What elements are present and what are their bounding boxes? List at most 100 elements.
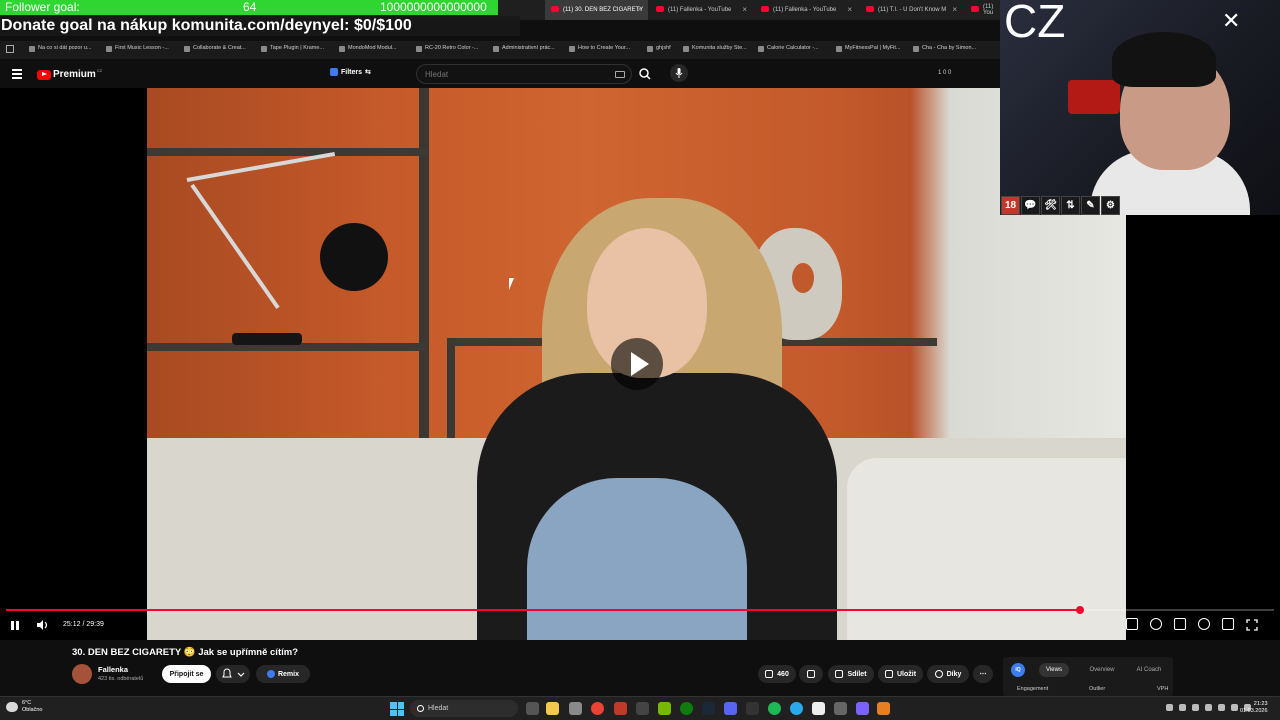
app-icon[interactable] <box>856 702 869 715</box>
browser-tab[interactable]: (11) Fallenka - YouTube × <box>755 0 858 20</box>
keyboard-icon[interactable] <box>615 71 625 78</box>
youtube-logo[interactable]: Premium CZ <box>37 68 102 80</box>
xbox-icon[interactable] <box>680 702 693 715</box>
file-explorer-icon[interactable] <box>546 702 559 715</box>
screen: (11) 30. DEN BEZ CIGARETY × (11) Fallenka… <box>0 0 1280 720</box>
close-tab-icon[interactable]: × <box>952 5 957 14</box>
more-actions-button[interactable]: ⋯ <box>973 665 993 683</box>
hamburger-menu-icon[interactable] <box>12 69 22 79</box>
channel-name[interactable]: Fallenka <box>98 665 128 674</box>
channel-avatar[interactable] <box>72 664 92 684</box>
youtube-favicon-icon <box>971 6 979 12</box>
streamer-beanie <box>1112 32 1216 87</box>
streamer-logo-icon: ✕ <box>1222 8 1241 33</box>
browser-tab[interactable]: (11) T.I. - U Don't Know M × <box>860 0 963 20</box>
wifi-icon[interactable] <box>1231 704 1238 711</box>
share-button[interactable]: Sdílet <box>828 665 874 683</box>
voice-search-button[interactable] <box>670 64 688 82</box>
play-button-overlay[interactable] <box>611 338 663 390</box>
player-right-controls <box>1126 618 1258 631</box>
miniplayer-icon[interactable] <box>1126 618 1138 630</box>
tray-icon[interactable] <box>1179 704 1186 711</box>
weather-widget[interactable]: 6°C Oblačno <box>6 700 43 714</box>
bookmark-item[interactable]: Tape Plugin | Krame... <box>261 45 324 52</box>
app-icon[interactable] <box>569 702 582 715</box>
browser-tab-active[interactable]: (11) 30. DEN BEZ CIGARETY × <box>545 0 648 20</box>
app-icon[interactable] <box>614 702 627 715</box>
dislike-button[interactable] <box>799 665 823 683</box>
widget-tab-overview[interactable]: Overview <box>1085 663 1119 677</box>
discord-icon[interactable] <box>724 702 737 715</box>
browser-tab[interactable]: (11) You <box>965 0 1000 20</box>
tray-icon[interactable] <box>1205 704 1212 711</box>
tray-chevron-icon[interactable] <box>1166 704 1173 711</box>
windows-start-icon[interactable] <box>390 702 404 716</box>
notification-bell-button[interactable] <box>216 665 250 683</box>
bookmark-item[interactable]: ghjshf <box>647 45 671 52</box>
autoplay-icon[interactable] <box>1150 618 1162 630</box>
widget-tab-ai-coach[interactable]: AI Coach <box>1131 663 1167 677</box>
remix-button[interactable]: Remix <box>256 665 310 683</box>
bookmark-item[interactable]: How to Create Your... <box>569 45 630 52</box>
tray-icon[interactable] <box>1218 704 1225 711</box>
app-icon[interactable] <box>636 702 649 715</box>
like-button[interactable]: 460 <box>758 665 796 683</box>
thumbs-down-icon <box>807 670 815 678</box>
youtube-favicon-icon <box>866 6 874 12</box>
browser-tab[interactable]: (11) Fallenka - YouTube × <box>650 0 753 20</box>
apps-grid-icon[interactable] <box>6 45 14 53</box>
task-view-icon[interactable] <box>526 702 539 715</box>
bookmark-item[interactable]: MyFitnessPal | MyFit... <box>836 45 901 52</box>
bookmark-item[interactable]: Administrativní prác... <box>493 45 555 52</box>
video-title: 30. DEN BEZ CIGARETY 😳 Jak se upřímně cí… <box>72 647 298 658</box>
search-button[interactable] <box>634 64 656 84</box>
pause-icon <box>11 620 14 630</box>
fullscreen-icon[interactable] <box>1246 618 1258 631</box>
analytics-widget: IQ Views Overview AI Coach Engagement Ou… <box>1003 657 1173 697</box>
pause-button[interactable] <box>11 618 21 632</box>
taskbar-search[interactable]: Hledat <box>410 700 518 717</box>
progress-scrubber[interactable] <box>1075 606 1084 614</box>
nvidia-icon[interactable] <box>658 702 671 715</box>
windows-taskbar: 6°C Oblačno Hledat 21:23 01.03.2026 <box>0 696 1280 720</box>
search-icon <box>639 68 651 80</box>
app-icon[interactable] <box>746 702 759 715</box>
app-icon[interactable] <box>877 702 890 715</box>
widget-tab-views[interactable]: Views <box>1039 663 1069 677</box>
bookmark-item[interactable]: Cha - Cha by Simon... <box>913 45 976 52</box>
spotify-icon[interactable] <box>768 702 781 715</box>
search-input[interactable] <box>425 69 605 80</box>
progress-bar[interactable] <box>6 606 1274 614</box>
join-button[interactable]: Připojit se <box>162 665 211 683</box>
taskbar-clock[interactable]: 21:23 01.03.2026 <box>1240 701 1268 715</box>
lamp-arm <box>186 151 336 182</box>
webcam-overlay: CZ ✕ <box>1000 0 1280 215</box>
subtitles-icon[interactable] <box>1174 618 1186 630</box>
close-tab-icon[interactable]: × <box>637 5 642 14</box>
telegram-icon[interactable] <box>790 702 803 715</box>
bookmark-item[interactable]: Na co si dát pozor u... <box>29 45 92 52</box>
filter-sliders-icon: ⇆ <box>365 69 371 76</box>
steam-icon[interactable] <box>702 702 715 715</box>
close-tab-icon[interactable]: × <box>847 5 852 14</box>
bookmark-item[interactable]: RC-20 Retro Color -... <box>416 45 479 52</box>
thanks-button[interactable]: Díky <box>927 665 969 683</box>
close-tab-icon[interactable]: × <box>742 5 747 14</box>
theater-mode-icon[interactable] <box>1222 618 1234 630</box>
volume-button[interactable] <box>36 618 50 632</box>
bookmark-item[interactable]: Collaborate & Creat... <box>184 45 246 52</box>
chrome-icon[interactable] <box>591 702 604 715</box>
volume-icon <box>37 620 48 630</box>
bookmark-item[interactable]: MondoMod Modul... <box>339 45 397 52</box>
donate-goal-banner: Donate goal na nákup komunita.com/deynye… <box>0 16 520 36</box>
bookmark-item[interactable]: First Music Lesson -... <box>106 45 169 52</box>
bookmark-item[interactable]: Calorie Calculator -... <box>758 45 819 52</box>
filters-button[interactable]: Filters ⇆ <box>330 68 371 76</box>
app-icon[interactable] <box>812 702 825 715</box>
tray-icon[interactable] <box>1192 704 1199 711</box>
save-button[interactable]: Uložit <box>878 665 923 683</box>
app-icon[interactable] <box>834 702 847 715</box>
settings-gear-icon[interactable] <box>1198 618 1210 630</box>
share-icon <box>835 670 844 678</box>
bookmark-item[interactable]: Komunita služby Ste... <box>683 45 747 52</box>
